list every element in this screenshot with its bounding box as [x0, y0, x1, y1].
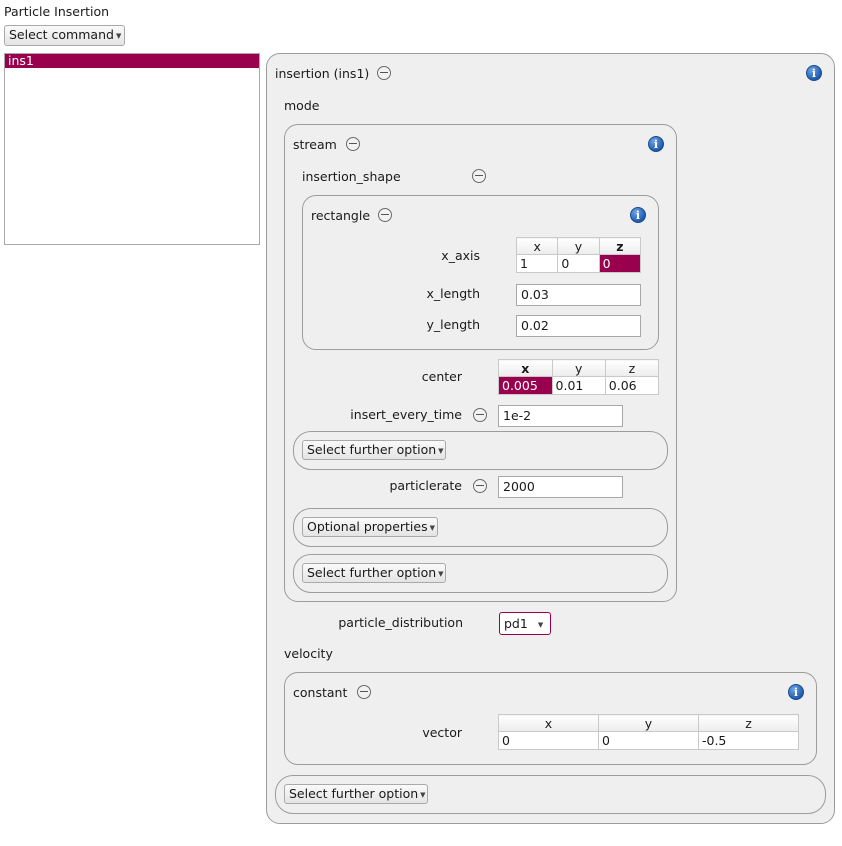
center-y-cell[interactable]: 0.01 — [551, 376, 606, 395]
collapse-insertion-shape-icon[interactable] — [472, 169, 486, 183]
x-axis-label: x_axis — [441, 248, 480, 263]
vector-table[interactable]: x y z 0 0 -0.5 — [498, 714, 799, 750]
collapse-insertion-icon[interactable] — [377, 66, 391, 80]
y-length-label: y_length — [426, 317, 481, 332]
col-header-z: z — [598, 237, 642, 255]
optional-properties-label: Optional properties — [307, 519, 428, 534]
dropdown-arrow-icon: ▼ — [438, 570, 444, 578]
insert-every-time-field[interactable]: 1e-2 — [498, 405, 623, 427]
center-label: center — [421, 369, 462, 384]
select-further-option-button[interactable]: Select further option ▼ — [302, 563, 446, 583]
col-header-x: x — [498, 359, 553, 377]
dropdown-arrow-icon: ▼ — [537, 621, 544, 629]
info-icon[interactable]: i — [806, 65, 822, 81]
dropdown-arrow-icon: ▼ — [429, 524, 436, 532]
select-command-button[interactable]: Select command ▼ — [4, 25, 125, 46]
col-header-x: x — [498, 714, 599, 732]
insertion-shape-label: insertion_shape — [302, 169, 401, 184]
col-header-y: y — [557, 237, 600, 255]
col-header-y: y — [551, 359, 606, 377]
particle-distribution-label: particle_distribution — [338, 615, 463, 630]
select-further-option-label: Select further option — [307, 565, 437, 580]
x-axis-table[interactable]: x y z 1 0 0 — [515, 237, 642, 273]
velocity-label: velocity — [284, 646, 333, 661]
col-header-x: x — [515, 237, 559, 255]
select-further-option-button[interactable]: Select further option ▼ — [284, 784, 428, 804]
select-further-option-label: Select further option — [307, 442, 437, 457]
collapse-constant-icon[interactable] — [357, 685, 371, 699]
vector-y-cell[interactable]: 0 — [598, 731, 699, 750]
x-axis-y-cell[interactable]: 0 — [557, 254, 600, 273]
center-table[interactable]: x y z 0.005 0.01 0.06 — [498, 359, 660, 395]
center-z-cell[interactable]: 0.06 — [604, 376, 660, 395]
vector-label: vector — [422, 725, 462, 740]
x-length-label: x_length — [426, 286, 481, 301]
x-axis-x-cell[interactable]: 1 — [515, 254, 559, 273]
select-further-option-button[interactable]: Select further option ▼ — [302, 440, 446, 460]
rectangle-header: rectangle — [311, 208, 371, 223]
optional-properties-button[interactable]: Optional properties ▼ — [302, 517, 438, 537]
center-x-cell[interactable]: 0.005 — [498, 376, 553, 395]
constant-header: constant — [293, 685, 348, 700]
dropdown-arrow-icon: ▼ — [438, 447, 444, 455]
x-axis-z-cell[interactable]: 0 — [598, 254, 642, 273]
info-icon[interactable]: i — [630, 207, 646, 223]
particle-distribution-select[interactable]: pd1 ▼ — [499, 612, 551, 635]
remove-particlerate-icon[interactable] — [473, 479, 487, 493]
remove-insert-every-time-icon[interactable] — [473, 408, 487, 422]
col-header-z: z — [698, 714, 799, 732]
vector-x-cell[interactable]: 0 — [498, 731, 599, 750]
col-header-y: y — [598, 714, 699, 732]
dropdown-arrow-icon: ▼ — [115, 32, 122, 40]
insert-every-time-label: insert_every_time — [350, 407, 462, 422]
collapse-rectangle-icon[interactable] — [378, 208, 392, 222]
info-icon[interactable]: i — [788, 684, 804, 700]
y-length-field[interactable]: 0.02 — [516, 315, 641, 337]
insertion-header: insertion (ins1) — [275, 66, 370, 81]
particle-distribution-value: pd1 — [504, 616, 528, 631]
mode-label: mode — [284, 98, 320, 113]
stream-header: stream — [293, 137, 337, 152]
col-header-z: z — [604, 359, 660, 377]
x-length-field[interactable]: 0.03 — [516, 284, 641, 306]
dropdown-arrow-icon: ▼ — [420, 791, 426, 799]
instance-list[interactable]: ins1 — [4, 53, 260, 245]
particlerate-label: particlerate — [389, 478, 462, 493]
list-item-ins1[interactable]: ins1 — [5, 54, 259, 68]
collapse-stream-icon[interactable] — [346, 137, 360, 151]
select-command-label: Select command — [9, 27, 114, 42]
info-icon[interactable]: i — [648, 136, 664, 152]
vector-z-cell[interactable]: -0.5 — [698, 731, 799, 750]
select-further-option-label: Select further option — [289, 786, 419, 801]
particlerate-field[interactable]: 2000 — [498, 476, 623, 498]
page-title: Particle Insertion — [4, 4, 110, 19]
